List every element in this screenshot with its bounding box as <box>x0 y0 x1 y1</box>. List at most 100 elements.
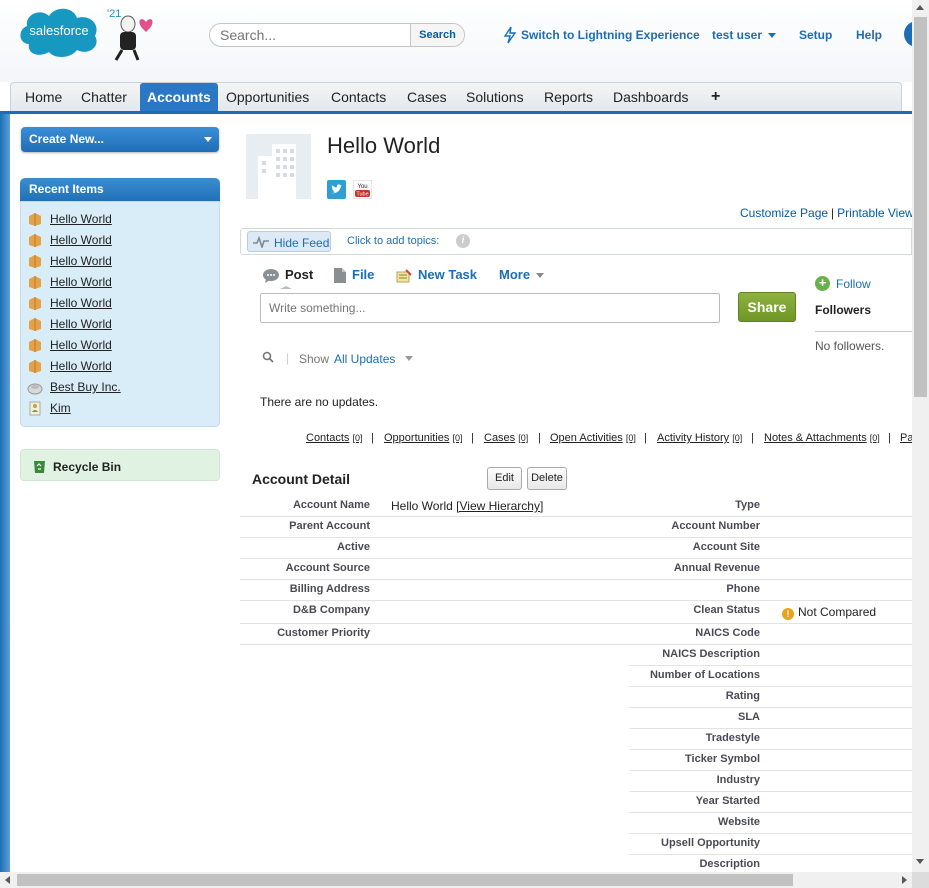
share-button[interactable]: Share <box>738 292 796 322</box>
edit-button[interactable]: Edit <box>487 467 522 490</box>
recent-item-label[interactable]: Kim <box>50 401 71 415</box>
svg-text:You: You <box>357 184 367 190</box>
no-followers-text: No followers. <box>815 339 885 353</box>
page-links: Customize Page|Printable View|H <box>740 206 929 220</box>
customize-page-link[interactable]: Customize Page <box>740 206 828 220</box>
recent-item-label[interactable]: Hello World <box>50 275 112 289</box>
file-icon <box>334 268 346 284</box>
related-link-label: Notes & Attachments <box>764 432 867 444</box>
recent-item-label[interactable]: Hello World <box>50 233 112 247</box>
create-new-button[interactable]: Create New... <box>21 127 219 152</box>
field-label-billing-address: Billing Address <box>289 583 370 595</box>
tab-add-plus[interactable]: + <box>704 83 727 111</box>
field-label-active: Active <box>336 541 370 553</box>
recent-item-label[interactable]: Hello World <box>50 338 112 352</box>
publisher-post-tab[interactable]: Post <box>263 267 313 283</box>
field-label-website: Website <box>718 816 760 828</box>
tab-contacts[interactable]: Contacts <box>324 83 393 111</box>
tab-accounts[interactable]: Accounts <box>140 83 218 112</box>
field-label-number-of-locations: Number of Locations <box>649 669 760 681</box>
field-label-account-name: Account Name <box>292 499 370 511</box>
scroll-down-arrow-icon[interactable] <box>916 859 924 864</box>
clean-status-value: ! Not Compared <box>782 605 876 620</box>
publisher-more-menu[interactable]: More <box>499 267 545 282</box>
recycle-bin[interactable]: Recycle Bin <box>20 449 220 481</box>
hide-feed-button[interactable]: Hide Feed <box>247 231 331 252</box>
create-new-label: Create New... <box>29 132 104 146</box>
left-edge-decoration <box>0 114 10 888</box>
more-label: More <box>499 267 531 282</box>
scroll-right-arrow-icon[interactable] <box>902 876 907 884</box>
help-link[interactable]: Help <box>856 28 882 42</box>
publisher-file-tab[interactable]: File <box>334 267 374 284</box>
recent-item-label[interactable]: Hello World <box>50 359 112 373</box>
tab-reports[interactable]: Reports <box>537 83 600 111</box>
tab-cases[interactable]: Cases <box>400 83 454 111</box>
header: salesforce '21 Search Switch to Lightnin… <box>0 0 929 82</box>
account-icon <box>29 255 41 268</box>
account-icon <box>29 234 41 247</box>
field-label-naics-description: NAICS Description <box>662 648 760 660</box>
printable-view-link[interactable]: Printable View <box>837 206 914 220</box>
recent-item-label[interactable]: Best Buy Inc. <box>50 380 121 394</box>
salesforce-logo[interactable]: salesforce <box>17 4 101 60</box>
show-label: Show <box>299 352 330 366</box>
info-icon[interactable]: i <box>456 234 470 248</box>
tab-dashboards[interactable]: Dashboards <box>606 83 696 111</box>
search-button[interactable]: Search <box>410 24 464 46</box>
logo-text: salesforce <box>29 23 88 38</box>
user-menu[interactable]: test user <box>712 28 777 42</box>
field-label-sla: SLA <box>738 711 760 723</box>
add-topics-link[interactable]: Click to add topics: <box>347 235 439 247</box>
write-something-input[interactable] <box>260 293 720 323</box>
related-link-label: Activity History <box>657 432 730 444</box>
twitter-icon[interactable] <box>327 180 346 199</box>
followers-heading: Followers <box>815 303 872 317</box>
divider: | <box>538 432 541 444</box>
publisher-new-task-tab[interactable]: New Task <box>396 267 477 283</box>
scroll-left-arrow-icon[interactable] <box>5 876 10 884</box>
related-link-cases[interactable]: Cases [0] <box>484 432 528 444</box>
field-label-naics-code: NAICS Code <box>695 627 760 639</box>
chevron-down-icon <box>536 273 545 279</box>
related-link-contacts[interactable]: Contacts [0] <box>306 432 363 444</box>
recent-item-label[interactable]: Hello World <box>50 212 112 226</box>
detail-row <box>629 708 912 729</box>
related-link-activity-history[interactable]: Activity History [0] <box>657 432 742 444</box>
delete-button[interactable]: Delete <box>527 467 567 490</box>
tab-bar-underline <box>0 111 912 114</box>
recent-item-label[interactable]: Hello World <box>50 317 112 331</box>
account-name-value: Hello World [View Hierarchy] <box>391 499 543 513</box>
feed-toolbar: Hide Feed Click to add topics: i <box>240 228 912 255</box>
recent-item-label[interactable]: Hello World <box>50 296 112 310</box>
switch-lightning-link[interactable]: Switch to Lightning Experience <box>521 28 700 42</box>
related-link-notes-attachments[interactable]: Notes & Attachments [0] <box>764 432 880 444</box>
view-hierarchy-link[interactable]: [View Hierarchy] <box>456 499 543 513</box>
field-label-clean-status: Clean Status <box>693 604 760 616</box>
tab-chatter[interactable]: Chatter <box>74 83 134 111</box>
search-input[interactable] <box>210 24 412 46</box>
related-link-open-activities[interactable]: Open Activities [0] <box>550 432 636 444</box>
vertical-scrollbar-thumb[interactable] <box>914 17 927 397</box>
scroll-up-arrow-icon[interactable] <box>916 5 924 10</box>
field-label-tradestyle: Tradestyle <box>705 732 760 744</box>
recycle-bin-label: Recycle Bin <box>53 460 122 474</box>
related-link-count: [0] <box>452 433 463 443</box>
recent-item-label[interactable]: Hello World <box>50 254 112 268</box>
search-icon[interactable] <box>262 351 274 363</box>
horizontal-scrollbar-thumb[interactable] <box>17 874 793 886</box>
tab-solutions[interactable]: Solutions <box>459 83 531 111</box>
show-filter-dropdown[interactable]: All Updates <box>334 352 395 366</box>
chevron-down-icon[interactable] <box>405 356 413 361</box>
tab-home[interactable]: Home <box>18 83 69 111</box>
tab-opportunities[interactable]: Opportunities <box>219 83 316 111</box>
field-label-customer-priority: Customer Priority <box>277 627 370 639</box>
account-building-icon <box>246 134 311 199</box>
youtube-icon[interactable]: You Tube <box>353 180 372 199</box>
divider: | <box>644 432 647 444</box>
account-name-text: Hello World <box>391 499 453 513</box>
related-link-opportunities[interactable]: Opportunities [0] <box>384 432 463 444</box>
post-label: Post <box>285 267 314 282</box>
field-label-rating: Rating <box>725 690 760 702</box>
setup-link[interactable]: Setup <box>799 28 832 42</box>
